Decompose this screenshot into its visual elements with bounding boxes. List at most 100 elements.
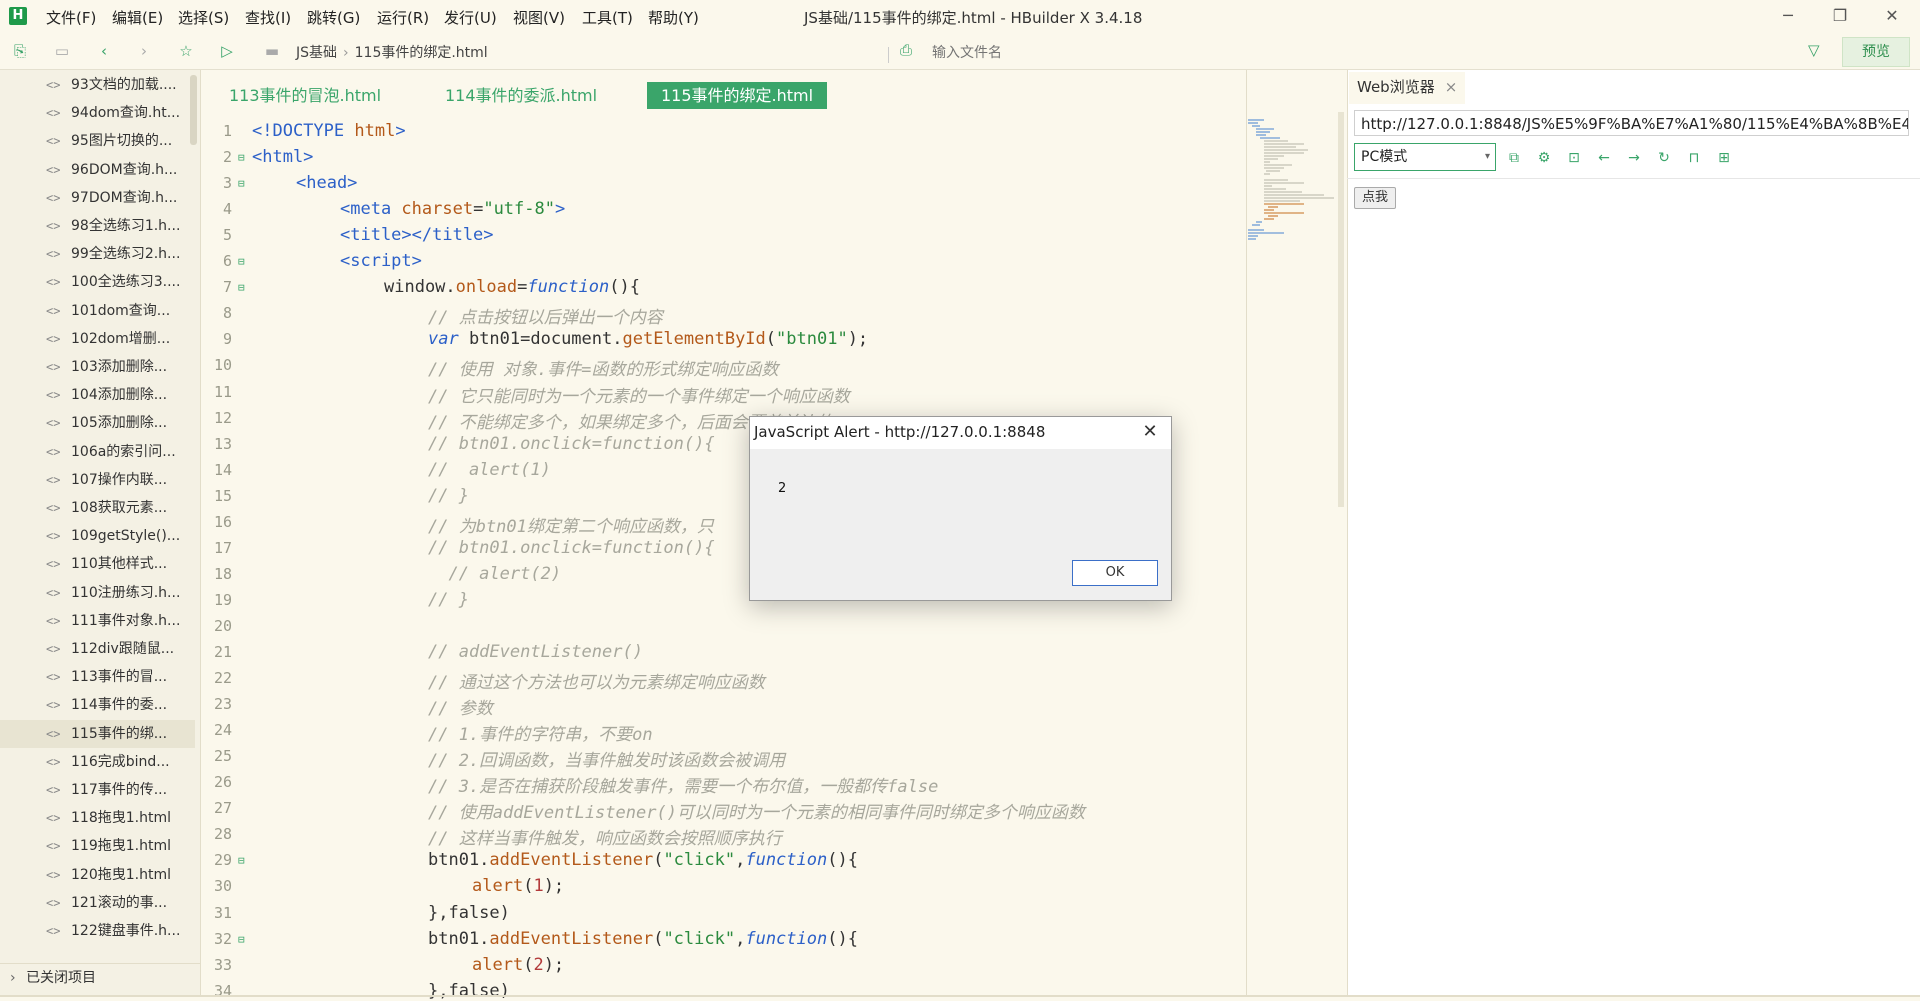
tab-115[interactable]: 115事件的绑定.html xyxy=(647,82,828,109)
code-line: // 这样当事件触发，响应函数会按照顺序执行 xyxy=(428,824,782,849)
refresh-icon[interactable]: ↻ xyxy=(1654,148,1674,168)
file-search-icon: ⎙ xyxy=(900,41,913,59)
alert-title: JavaScript Alert - http://127.0.0.1:8848 xyxy=(754,423,1046,441)
sidebar-file-item[interactable]: <> 121滚动的事... xyxy=(0,889,195,917)
ok-button[interactable]: OK xyxy=(1072,560,1158,586)
code-token: > xyxy=(554,199,566,220)
tab-web-browser[interactable]: Web浏览器 × xyxy=(1349,72,1466,104)
breadcrumb-project[interactable]: JS基础 xyxy=(296,45,337,61)
sidebar-file-item[interactable]: <> 108获取元素... xyxy=(0,494,195,522)
fold-toggle-icon[interactable]: ⊟ xyxy=(238,151,245,164)
sidebar-file-item[interactable]: <> 97DOM查询.h... xyxy=(0,184,195,212)
menu-view[interactable]: 视图(V) xyxy=(513,7,565,28)
back-icon[interactable]: ‹ xyxy=(94,41,114,61)
line-number: 27 xyxy=(213,799,232,818)
sidebar-scrollbar[interactable] xyxy=(190,75,197,145)
breadcrumb-file[interactable]: 115事件的绑定.html xyxy=(355,45,488,61)
close-icon[interactable]: ✕ xyxy=(1138,421,1162,442)
menu-tools[interactable]: 工具(T) xyxy=(582,7,633,28)
sidebar-file-item[interactable]: <> 99全选练习2.h... xyxy=(0,240,195,268)
sidebar-file-item[interactable]: <> 109getStyle()... xyxy=(0,522,195,550)
menu-run[interactable]: 运行(R) xyxy=(377,7,429,28)
settings-icon[interactable]: ⚙ xyxy=(1534,148,1554,168)
code-token: // 通过这个方法也可以为元素绑定响应函数 xyxy=(428,673,765,694)
menu-file[interactable]: 文件(F) xyxy=(46,7,96,28)
sidebar-file-item[interactable]: <> 96DOM查询.h... xyxy=(0,156,195,184)
sidebar-file-label: 95图片切换的... xyxy=(71,133,173,150)
sidebar-file-item[interactable]: <> 111事件对象.h... xyxy=(0,607,195,635)
restore-icon[interactable]: ❐ xyxy=(1820,4,1860,28)
fold-toggle-icon[interactable]: ⊟ xyxy=(238,281,245,294)
menu-find[interactable]: 查找(I) xyxy=(245,7,291,28)
code-token: <html> xyxy=(252,147,314,168)
preview-button[interactable]: 预览 xyxy=(1842,37,1910,67)
file-search-input[interactable] xyxy=(930,41,1794,63)
forward-arrow-icon[interactable]: → xyxy=(1624,148,1644,168)
sidebar-file-item[interactable]: <> 102dom增删... xyxy=(0,325,195,353)
filter-icon[interactable]: ▽ xyxy=(1808,41,1820,59)
lock-icon[interactable]: ⊓ xyxy=(1684,148,1704,168)
menu-help[interactable]: 帮助(Y) xyxy=(648,7,699,28)
tab-113[interactable]: 113事件的冒泡.html xyxy=(215,82,395,109)
sidebar-file-item[interactable]: <> 122键盘事件.h... xyxy=(0,917,195,945)
star-icon[interactable]: ☆ xyxy=(176,41,196,61)
minimap[interactable] xyxy=(1244,118,1344,258)
menu-publish[interactable]: 发行(U) xyxy=(444,7,497,28)
sidebar-file-item[interactable]: <> 101dom查询... xyxy=(0,297,195,325)
html-file-icon: <> xyxy=(46,895,61,910)
sidebar-file-item[interactable]: <> 110其他样式... xyxy=(0,550,195,578)
tab-114[interactable]: 114事件的委派.html xyxy=(431,82,611,109)
line-number: 12 xyxy=(213,408,232,427)
sidebar-file-item[interactable]: <> 117事件的传... xyxy=(0,776,195,804)
sidebar-file-item[interactable]: <> 118拖曳1.html xyxy=(0,804,195,832)
code-token: > xyxy=(395,121,406,141)
sidebar-file-item[interactable]: <> 114事件的委... xyxy=(0,691,195,719)
code-line: window.onload=function(){ xyxy=(384,277,640,297)
sidebar-file-item[interactable]: <> 110注册练习.h... xyxy=(0,579,195,607)
qr-code-icon[interactable]: ⊞ xyxy=(1714,148,1734,168)
code-token: "click" xyxy=(663,928,736,949)
sidebar-file-item[interactable]: <> 106a的索引问... xyxy=(0,438,195,466)
sidebar-file-item[interactable]: <> 115事件的绑... xyxy=(0,719,195,748)
sidebar-file-label: 102dom增删... xyxy=(71,330,171,347)
sidebar-file-item[interactable]: <> 95图片切换的... xyxy=(0,127,195,155)
fold-toggle-icon[interactable]: ⊟ xyxy=(238,255,245,268)
page-click-me-button[interactable]: 点我 xyxy=(1354,187,1396,209)
sidebar-file-item[interactable]: <> 93文档的加载.... xyxy=(0,71,195,99)
sidebar-file-item[interactable]: <> 103添加删除... xyxy=(0,353,195,381)
close-icon[interactable]: × xyxy=(1445,78,1458,96)
sidebar-file-item[interactable]: <> 116完成bind... xyxy=(0,748,195,776)
sidebar-file-item[interactable]: <> 113事件的冒... xyxy=(0,663,195,691)
sidebar-file-item[interactable]: <> 120拖曳1.html xyxy=(0,861,195,889)
back-arrow-icon[interactable]: ← xyxy=(1594,148,1614,168)
closed-projects[interactable]: › 已关闭项目 xyxy=(0,963,200,992)
sidebar-file-item[interactable]: <> 104添加删除... xyxy=(0,381,195,409)
fold-toggle-icon[interactable]: ⊟ xyxy=(238,854,245,867)
menu-select[interactable]: 选择(S) xyxy=(178,7,229,28)
url-bar[interactable]: http://127.0.0.1:8848/JS%E5%9F%BA%E7%A1%… xyxy=(1354,110,1909,136)
sidebar-file-item[interactable]: <> 105添加删除... xyxy=(0,409,195,437)
editor-scrollbar[interactable] xyxy=(1338,112,1344,507)
forward-icon[interactable]: › xyxy=(134,41,154,61)
sidebar-file-item[interactable]: <> 100全选练习3.... xyxy=(0,268,195,296)
console-icon[interactable]: ⊡ xyxy=(1564,148,1584,168)
sidebar-file-item[interactable]: <> 94dom查询.ht... xyxy=(0,99,195,127)
mode-select[interactable]: PC模式 ▾ xyxy=(1354,143,1496,171)
close-window-icon[interactable]: ✕ xyxy=(1872,4,1912,28)
fold-toggle-icon[interactable]: ⊟ xyxy=(238,933,245,946)
code-token: // 使用 对象.事件=函数的形式绑定响应函数 xyxy=(428,360,779,381)
line-number: 11 xyxy=(213,382,232,401)
save-icon[interactable]: ▭ xyxy=(52,41,72,61)
sidebar-file-item[interactable]: <> 119拖曳1.html xyxy=(0,832,195,860)
sidebar-file-item[interactable]: <> 112div跟随鼠... xyxy=(0,635,195,663)
sidebar-file-item[interactable]: <> 98全选练习1.h... xyxy=(0,212,195,240)
minimize-icon[interactable]: ─ xyxy=(1768,4,1808,28)
menu-goto[interactable]: 跳转(G) xyxy=(307,7,360,28)
sidebar-file-item[interactable]: <> 107操作内联... xyxy=(0,466,195,494)
fold-toggle-icon[interactable]: ⊟ xyxy=(238,177,245,190)
alert-header: JavaScript Alert - http://127.0.0.1:8848… xyxy=(750,417,1171,449)
open-external-icon[interactable]: ⧉ xyxy=(1504,148,1524,168)
run-icon[interactable]: ▷ xyxy=(217,41,237,61)
menu-edit[interactable]: 编辑(E) xyxy=(112,7,163,28)
new-file-icon[interactable]: ⎘ xyxy=(10,41,30,61)
